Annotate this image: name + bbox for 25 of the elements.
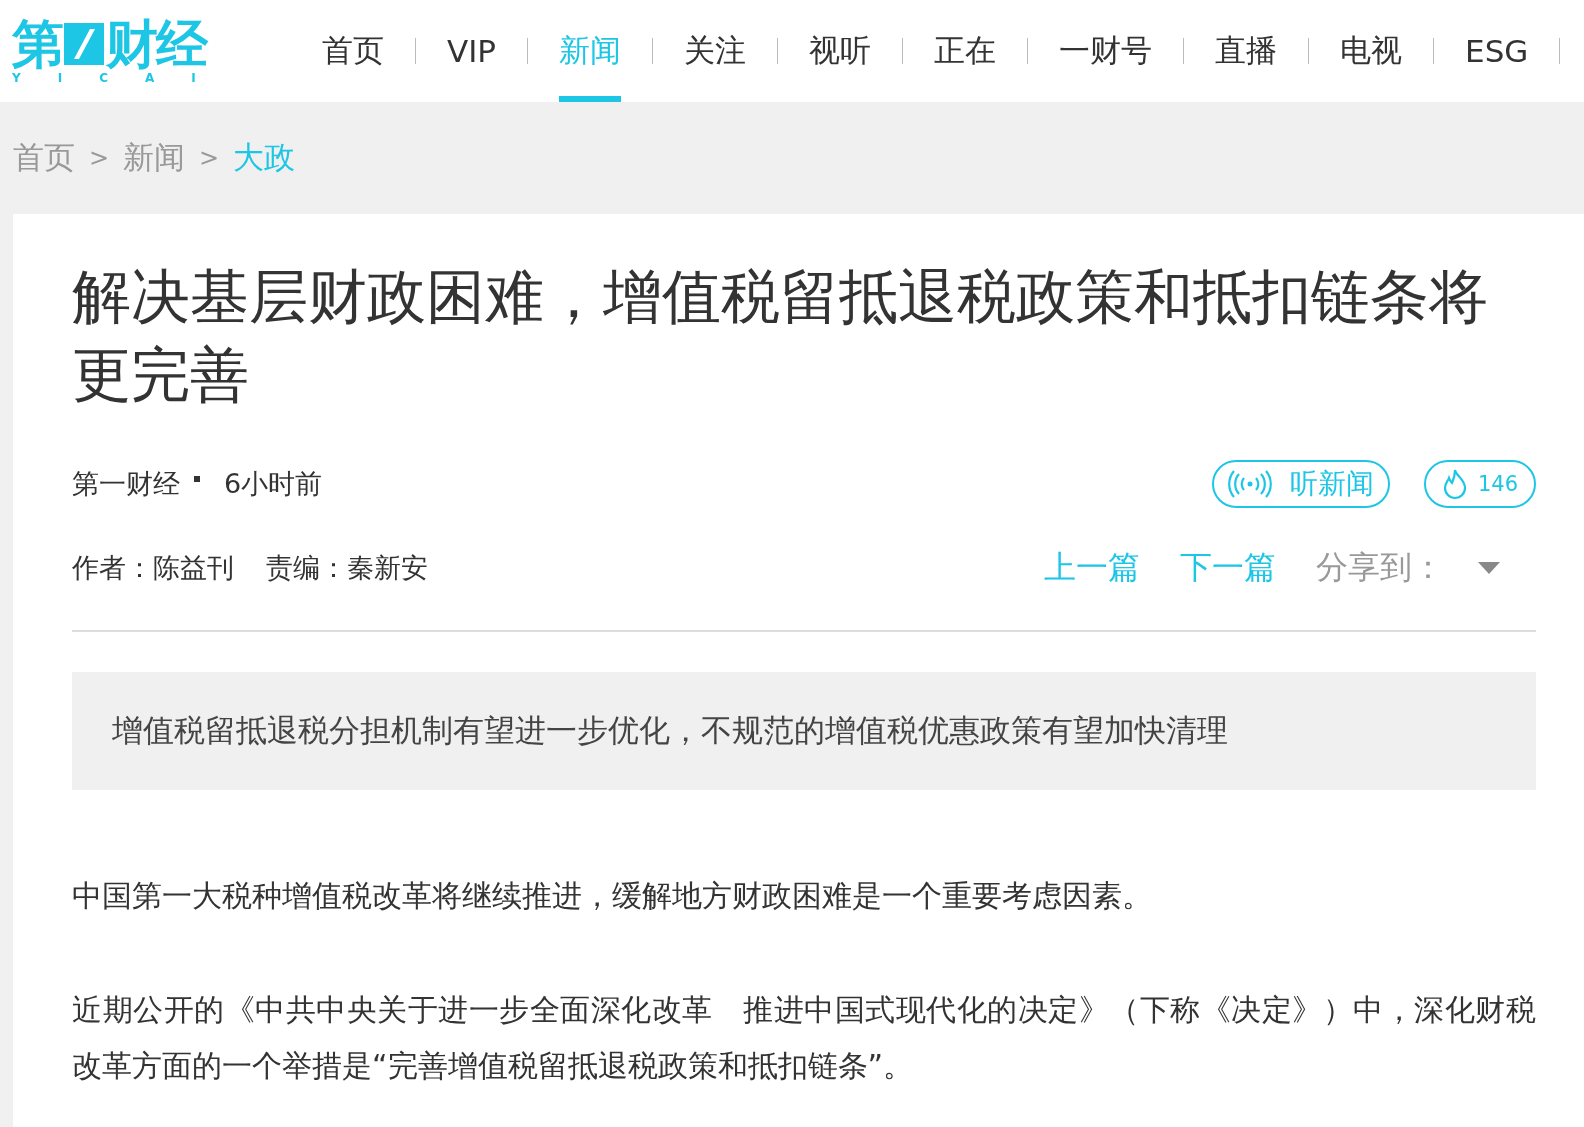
nav-tab[interactable]: 直播 xyxy=(1215,0,1278,102)
sound-wave-icon xyxy=(1227,470,1272,498)
breadcrumb-separator: > xyxy=(199,144,220,172)
logo-subtitle: YICAI xyxy=(12,72,212,84)
nav-tab[interactable]: 首页 xyxy=(322,0,384,102)
publish-time: 6小时前 xyxy=(224,467,323,501)
share-label: 分享到： xyxy=(1316,547,1444,588)
nav-tab[interactable]: 正在 xyxy=(934,0,997,102)
nav-tab[interactable]: 关注 xyxy=(684,0,747,102)
article-summary: 增值税留抵退税分担机制有望进一步优化，不规范的增值税优惠政策有望加快清理 xyxy=(72,672,1536,790)
dropdown-caret-icon[interactable] xyxy=(1478,562,1500,574)
nav-tab[interactable]: ESG xyxy=(1465,0,1529,102)
breadcrumb-separator: > xyxy=(89,144,110,172)
article-paragraph: 近期公开的《中共中央关于进一步全面深化改革 推进中国式现代化的决定》（下称《决定》）中，深化财税改革方面的一个举措是“完善增值税留抵退税政策和抵扣链条”。 xyxy=(72,991,1536,1085)
flame-icon xyxy=(1441,468,1468,500)
nav-tab[interactable]: VIP xyxy=(447,0,497,102)
logo-block-icon xyxy=(62,21,106,67)
nav-tab[interactable]: 一财号 xyxy=(1059,0,1153,102)
editor: 责编：秦新安 xyxy=(266,551,428,585)
article-title: 解决基层财政困难，增值税留抵退税政策和抵扣链条将更完善 xyxy=(72,261,1489,411)
author: 作者：陈益刊 xyxy=(72,551,234,585)
source-name: 第一财经 xyxy=(72,467,180,501)
nav-tab[interactable]: 视听 xyxy=(809,0,872,102)
nav-tab[interactable]: 电视 xyxy=(1340,0,1403,102)
article-paragraph: 中国第一大税种增值税改革将继续推进，缓解地方财政困难是一个重要考虑因素。 xyxy=(72,877,1153,915)
